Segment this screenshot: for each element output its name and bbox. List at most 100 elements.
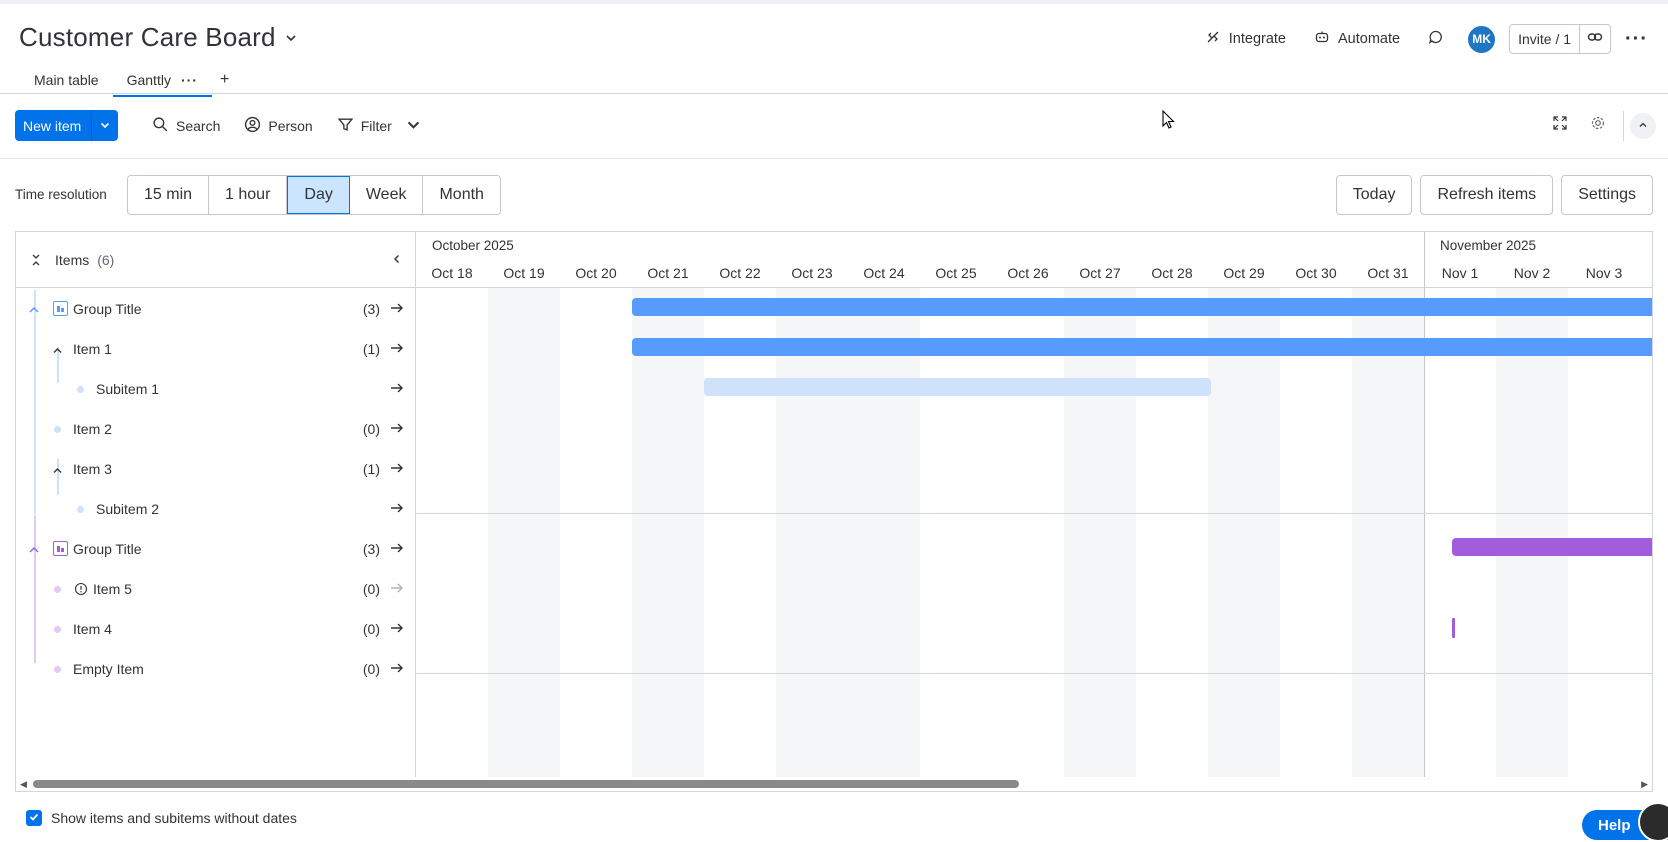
gear-icon (1590, 115, 1606, 136)
row-count: (0) (362, 661, 380, 677)
day-label: Oct 21 (647, 265, 689, 281)
show-without-dates-checkbox[interactable] (26, 810, 42, 826)
arrow-right-icon[interactable] (389, 301, 405, 318)
resolution-row: Time resolution 15 min 1 hour Day Week M… (0, 174, 1668, 216)
arrow-right-icon[interactable] (389, 421, 405, 438)
expand-icon (1552, 115, 1568, 136)
board-title[interactable]: Customer Care Board (19, 22, 298, 53)
settings-button[interactable]: Settings (1561, 175, 1653, 215)
item-row[interactable]: Empty Item (0) (16, 649, 416, 689)
tab-options-icon[interactable]: ··· (181, 72, 198, 88)
scroll-left-icon[interactable]: ◀ (20, 779, 27, 790)
show-without-dates-option[interactable]: Show items and subitems without dates (26, 810, 297, 826)
arrow-right-icon[interactable] (389, 341, 405, 358)
row-count: (0) (362, 421, 380, 437)
group-row[interactable]: Group Title (3) (16, 529, 416, 569)
search-icon (152, 116, 169, 136)
chevron-down-icon[interactable] (405, 116, 422, 136)
search-button[interactable]: Search (140, 110, 232, 141)
resolution-week[interactable]: Week (349, 176, 424, 214)
board-icon (53, 541, 68, 556)
chevron-left-icon[interactable] (391, 252, 403, 268)
integrate-button[interactable]: Integrate (1191, 25, 1300, 53)
chevron-up-icon[interactable] (28, 543, 40, 559)
day-label: Oct 30 (1295, 265, 1337, 281)
tab-ganttly[interactable]: Ganttly ··· (112, 64, 213, 97)
arrow-right-icon[interactable] (389, 541, 405, 558)
arrow-right-icon[interactable] (389, 581, 405, 598)
item-row[interactable]: Item 4 (0) (16, 609, 416, 649)
item-label: Item 1 (73, 341, 112, 357)
item-label: Item 5 (93, 581, 132, 597)
new-item-dropdown[interactable] (92, 110, 118, 141)
refresh-items-button[interactable]: Refresh items (1420, 175, 1554, 215)
tab-label: Ganttly (126, 72, 171, 88)
person-button[interactable]: Person (232, 110, 324, 141)
chevron-down-icon[interactable] (284, 31, 298, 48)
avatar[interactable]: MK (1468, 25, 1496, 53)
item-label: Empty Item (73, 661, 144, 677)
group-row[interactable]: Group Title (3) (16, 289, 416, 329)
timeline: October 2025 November 2025 Oct 18 Oct 19… (416, 232, 1652, 777)
day-label: Oct 18 (431, 265, 473, 281)
subitem-label: Subitem 2 (96, 501, 160, 517)
row-count: (1) (362, 461, 380, 477)
horizontal-scrollbar[interactable]: ◀ ▶ (16, 777, 1652, 791)
updates-button[interactable] (1414, 25, 1458, 53)
integrate-icon (1205, 29, 1221, 49)
group-bar[interactable] (1452, 538, 1652, 556)
tab-main-table[interactable]: Main table (20, 64, 113, 96)
resolution-15min[interactable]: 15 min (128, 176, 210, 214)
item-row[interactable]: Item 2 (0) (16, 409, 416, 449)
status-dot (77, 386, 84, 393)
items-panel-header: Items (6) (16, 232, 415, 288)
item-label: Item 2 (73, 421, 112, 437)
day-column (1496, 288, 1568, 777)
collapse-header-button[interactable] (1630, 112, 1656, 139)
chevron-up-icon[interactable] (28, 303, 40, 319)
month-header: October 2025 November 2025 (416, 232, 1652, 260)
integrate-label: Integrate (1228, 31, 1287, 47)
today-button[interactable]: Today (1335, 175, 1413, 215)
filter-button[interactable]: Filter (325, 110, 434, 141)
view-settings-button[interactable] (1579, 115, 1617, 136)
arrow-right-icon[interactable] (389, 621, 405, 638)
scrollbar-thumb[interactable] (33, 780, 1019, 788)
subitem-row[interactable]: Subitem 2 (16, 489, 416, 529)
item-row[interactable]: Item 3 (1) (16, 449, 416, 489)
person-icon (244, 116, 261, 136)
add-view-button[interactable]: + (212, 64, 237, 96)
item-bar[interactable] (632, 338, 1652, 356)
subitem-row[interactable]: Subitem 1 (16, 369, 416, 409)
automate-button[interactable]: Automate (1300, 25, 1414, 53)
invite-button[interactable]: Invite / 1 (1510, 25, 1581, 53)
resolution-1hour[interactable]: 1 hour (209, 176, 288, 214)
resolution-month[interactable]: Month (423, 176, 500, 214)
new-item-button[interactable]: New item (15, 110, 119, 141)
automate-label: Automate (1338, 31, 1401, 47)
scroll-right-icon[interactable]: ▶ (1641, 779, 1648, 790)
chevron-up-icon[interactable] (52, 463, 63, 479)
item-row[interactable]: Item 1 (1) (16, 329, 416, 369)
row-count: (3) (362, 541, 380, 557)
resolution-day[interactable]: Day (287, 176, 350, 214)
mouse-cursor-icon (1162, 109, 1176, 135)
arrow-right-icon[interactable] (389, 661, 405, 678)
day-label: Nov 3 (1585, 265, 1623, 281)
collapse-all-icon[interactable] (30, 253, 50, 267)
more-options-icon[interactable]: ··· (1625, 28, 1648, 51)
items-panel: Items (6) Group Title (3) Item 1 (1) Sub… (16, 232, 416, 777)
subitem-bar[interactable] (704, 378, 1211, 396)
copy-link-button[interactable] (1580, 25, 1610, 53)
item-row[interactable]: Item 5 (0) (16, 569, 416, 609)
chevron-up-icon[interactable] (52, 343, 63, 359)
arrow-right-icon[interactable] (389, 501, 405, 518)
group-bar[interactable] (632, 298, 1652, 316)
arrow-right-icon[interactable] (389, 381, 405, 398)
fullscreen-button[interactable] (1541, 115, 1579, 136)
arrow-right-icon[interactable] (389, 461, 405, 478)
show-without-dates-label: Show items and subitems without dates (51, 810, 297, 826)
milestone-bar[interactable] (1452, 618, 1455, 638)
group-separator (416, 673, 1652, 674)
view-tabs: Main table Ganttly ··· + (20, 60, 237, 97)
